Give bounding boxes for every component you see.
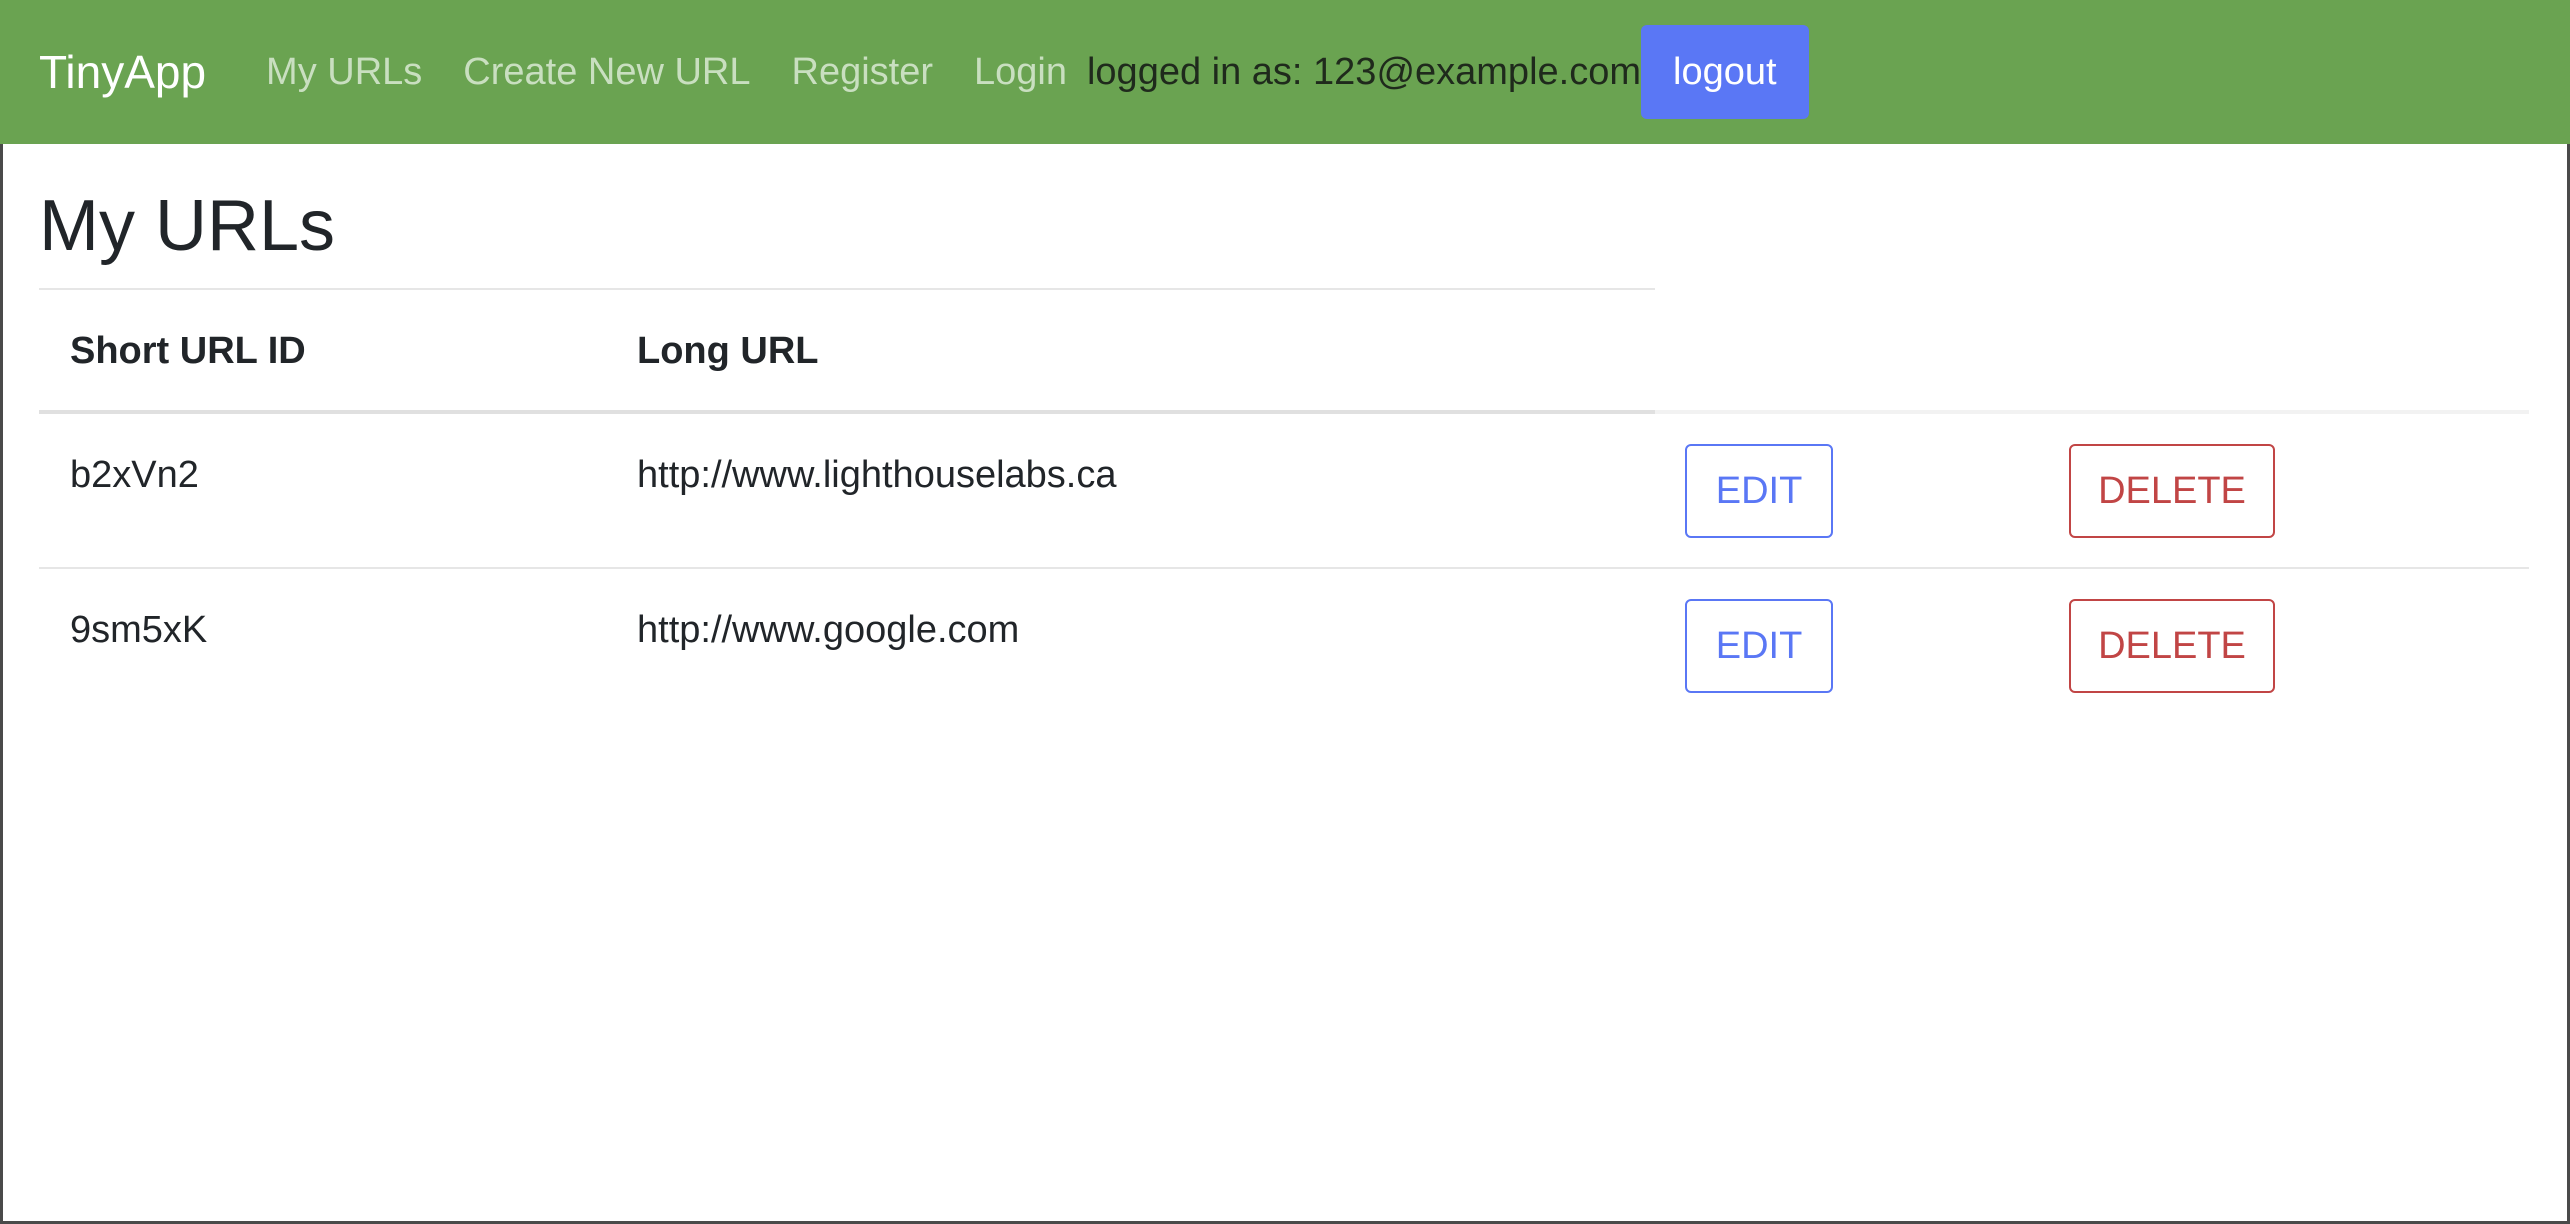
nav-link-create-new-url[interactable]: Create New URL	[463, 51, 750, 94]
login-status-text: logged in as: 123@example.com	[1086, 50, 1641, 93]
brand-logo-link[interactable]: TinyApp	[39, 45, 206, 99]
long-url-cell: http://www.google.com	[637, 609, 1020, 651]
delete-button[interactable]: DELETE	[2069, 444, 2275, 538]
nav-link-register[interactable]: Register	[792, 51, 934, 94]
logout-button[interactable]: logout	[1641, 25, 1809, 119]
nav-link-my-urls[interactable]: My URLs	[266, 51, 422, 94]
title-divider	[39, 288, 1655, 290]
navbar: TinyApp My URLs Create New URL Register …	[0, 0, 2570, 144]
column-header-long-url: Long URL	[637, 330, 819, 372]
short-url-id-cell: b2xVn2	[70, 454, 199, 496]
column-header-short-url-id: Short URL ID	[70, 330, 306, 372]
table-row: 9sm5xK http://www.google.com EDIT DELETE	[39, 569, 2529, 724]
table-row: b2xVn2 http://www.lighthouselabs.ca EDIT…	[39, 414, 2529, 569]
edit-button[interactable]: EDIT	[1685, 599, 1833, 693]
page-title: My URLs	[39, 186, 336, 266]
edit-button[interactable]: EDIT	[1685, 444, 1833, 538]
delete-button[interactable]: DELETE	[2069, 599, 2275, 693]
short-url-id-cell: 9sm5xK	[70, 609, 208, 651]
nav-link-login[interactable]: Login	[974, 51, 1067, 94]
long-url-cell: http://www.lighthouselabs.ca	[637, 454, 1117, 496]
